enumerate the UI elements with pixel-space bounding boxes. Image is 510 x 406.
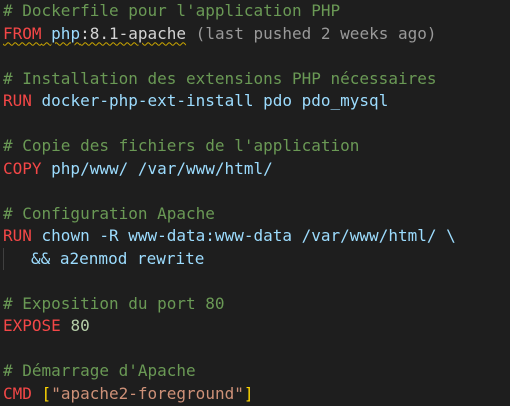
keyword-token: FROM [3, 23, 42, 43]
code-line[interactable]: # Configuration Apache [0, 203, 510, 226]
code-line[interactable]: EXPOSE 80 [0, 315, 510, 338]
comment-token: # Dockerfile pour l'application PHP [3, 1, 341, 20]
code-line[interactable] [0, 45, 510, 68]
keyword-token: CMD [3, 383, 32, 403]
keyword-token: COPY [3, 158, 42, 178]
code-line[interactable]: RUN docker-php-ext-install pdo pdo_mysql [0, 90, 510, 113]
keyword-token: RUN [3, 91, 32, 110]
code-line[interactable]: # Dockerfile pour l'application PHP [0, 0, 510, 23]
code-line[interactable] [0, 270, 510, 293]
code-line[interactable] [0, 338, 510, 361]
comment-token: # Copie des fichiers de l'application [3, 136, 360, 155]
code-line[interactable]: CMD ["apache2-foreground"] [0, 383, 510, 406]
comment-token: # Exposition du port 80 [3, 293, 225, 313]
inline-hint: (last pushed 2 weeks ago) [186, 23, 437, 43]
code-line[interactable]: && a2enmod rewrite [0, 247, 510, 271]
identifier-token: docker-php-ext-install pdo pdo_mysql [31, 91, 389, 110]
string-token: "apache2-foreground" [51, 383, 244, 403]
comment-token: # Configuration Apache [3, 203, 215, 223]
identifier-token: chown -R www-data:www-data /var/www/html… [31, 226, 456, 245]
code-line[interactable]: COPY php/www/ /var/www/html/ [0, 158, 510, 181]
code-line[interactable]: # Exposition du port 80 [0, 293, 510, 316]
comment-token: # Installation des extensions PHP nécess… [3, 68, 437, 88]
code-line[interactable] [0, 180, 510, 203]
identifier-token: php [51, 23, 81, 43]
bracket-token: ] [243, 383, 254, 403]
code-line[interactable]: # Installation des extensions PHP nécess… [0, 68, 510, 91]
code-line[interactable]: RUN chown -R www-data:www-data /var/www/… [0, 225, 510, 248]
bracket-token: [ [41, 383, 52, 403]
plain-token: :8.1-apache [80, 23, 187, 43]
keyword-token: EXPOSE [3, 316, 61, 335]
code-line[interactable]: # Démarrage d'Apache [0, 360, 510, 383]
number-token: 80 [70, 316, 90, 335]
code-line[interactable]: # Copie des fichiers de l'application [0, 135, 510, 158]
indent-guide [3, 247, 31, 270]
code-line[interactable] [0, 113, 510, 136]
identifier-token: && a2enmod rewrite [31, 248, 205, 268]
comment-token: # Démarrage d'Apache [3, 361, 196, 380]
identifier-token: php/www/ /var/www/html/ [41, 158, 273, 178]
code-line[interactable]: FROM php:8.1-apache (last pushed 2 weeks… [0, 23, 510, 46]
keyword-token: RUN [3, 226, 32, 245]
code-editor[interactable]: # Dockerfile pour l'application PHP FROM … [0, 0, 510, 406]
